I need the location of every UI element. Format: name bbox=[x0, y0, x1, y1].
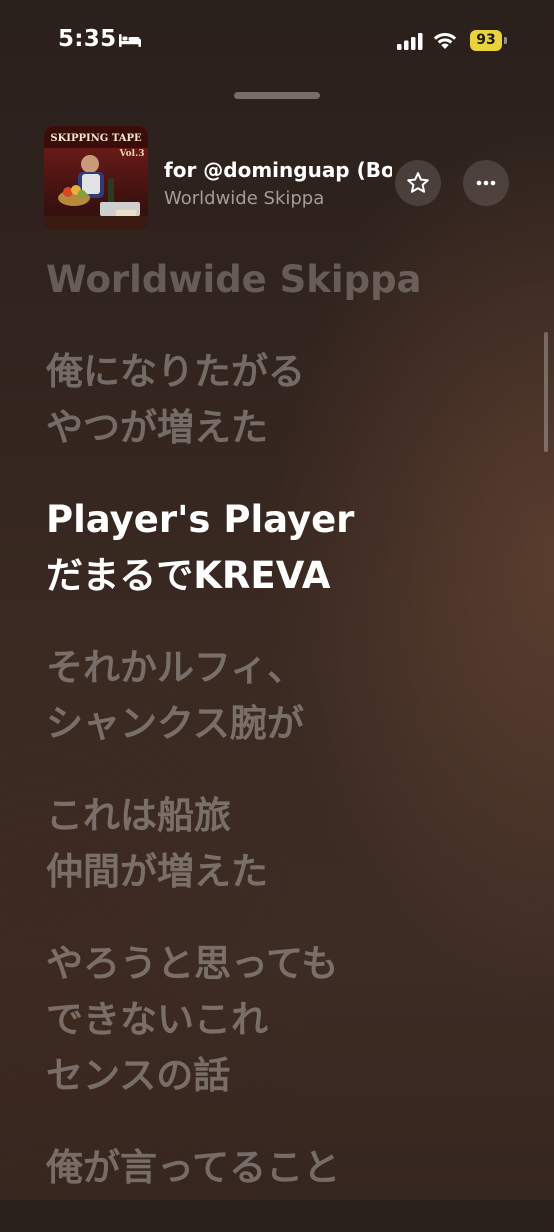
artwork-title-text: SKIPPING TAPE bbox=[50, 133, 142, 144]
bed-icon bbox=[118, 32, 142, 48]
now-playing-header: SKIPPING TAPE Vol.3 for @dominguap (Bo W… bbox=[0, 120, 554, 236]
battery-indicator: 93 bbox=[470, 30, 508, 51]
lyric-line[interactable]: 俺が言ってること bbox=[46, 1140, 542, 1196]
sheet-grabber[interactable] bbox=[234, 92, 320, 99]
lyric-line-active[interactable]: Player's Player だまるでKREVA bbox=[46, 492, 542, 604]
more-options-button[interactable] bbox=[463, 160, 509, 206]
lyrics-view[interactable]: Worldwide Skippa 俺になりたがる やつが増えた Player's… bbox=[46, 252, 542, 1232]
lyric-line[interactable]: これは船旅 仲間が増えた bbox=[46, 788, 542, 900]
lyric-line[interactable]: それかルフィ、 シャンクス腕が bbox=[46, 640, 542, 752]
battery-level: 93 bbox=[470, 30, 502, 51]
battery-cap bbox=[504, 37, 507, 44]
lyric-line[interactable]: 俺になりたがる やつが増えた bbox=[46, 344, 542, 456]
cellular-signal-icon bbox=[396, 32, 424, 50]
status-time: 5:35 bbox=[58, 26, 117, 52]
track-title[interactable]: for @dominguap (Bo bbox=[164, 158, 392, 182]
track-artist[interactable]: Worldwide Skippa bbox=[164, 188, 392, 209]
lyric-line[interactable]: Worldwide Skippa bbox=[46, 252, 542, 308]
wifi-icon bbox=[432, 30, 458, 50]
lyric-line[interactable]: やろうと思っても できないこれ センスの話 bbox=[46, 936, 542, 1104]
favorite-button[interactable] bbox=[395, 160, 441, 206]
svg-text:Vol.3: Vol.3 bbox=[119, 149, 145, 159]
album-artwork[interactable]: SKIPPING TAPE Vol.3 bbox=[44, 126, 148, 230]
lyrics-scrollbar[interactable] bbox=[544, 332, 548, 452]
status-bar: 5:35 93 bbox=[0, 0, 554, 84]
